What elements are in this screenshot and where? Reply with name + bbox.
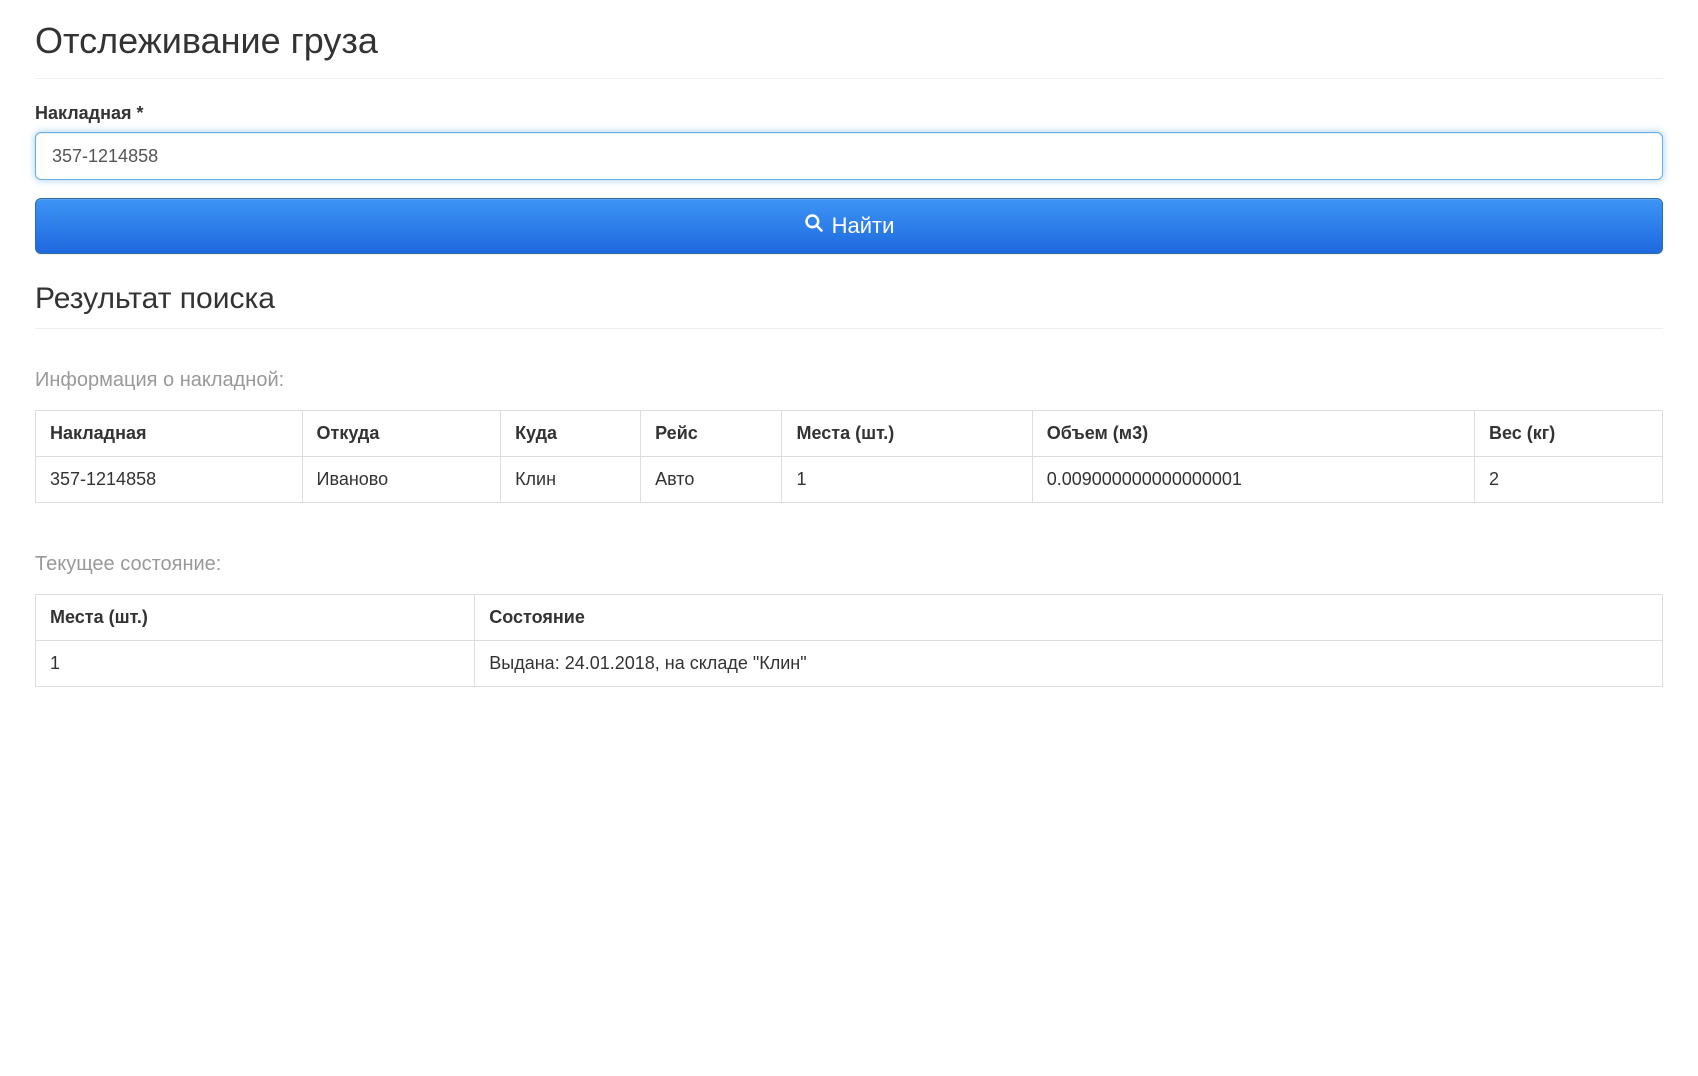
table-row: 357-1214858 Иваново Клин Авто 1 0.009000…: [36, 457, 1663, 503]
info-section-title: Информация о накладной:: [35, 369, 1663, 392]
cell-places: 1: [782, 457, 1032, 503]
cell-weight: 2: [1475, 457, 1663, 503]
search-button[interactable]: Найти: [35, 198, 1663, 254]
waybill-label: Накладная *: [35, 103, 1663, 124]
col-header-trip: Рейс: [641, 411, 782, 457]
col-header-status: Состояние: [475, 595, 1663, 641]
cell-volume: 0.009000000000000001: [1032, 457, 1474, 503]
col-header-to: Куда: [501, 411, 641, 457]
col-header-places: Места (шт.): [36, 595, 475, 641]
col-header-volume: Объем (м3): [1032, 411, 1474, 457]
status-table: Места (шт.) Состояние 1 Выдана: 24.01.20…: [35, 594, 1663, 687]
table-header-row: Места (шт.) Состояние: [36, 595, 1663, 641]
search-button-label: Найти: [832, 213, 895, 239]
waybill-form-group: Накладная *: [35, 103, 1663, 180]
col-header-from: Откуда: [302, 411, 501, 457]
table-row: 1 Выдана: 24.01.2018, на складе "Клин": [36, 641, 1663, 687]
col-header-waybill: Накладная: [36, 411, 303, 457]
table-header-row: Накладная Откуда Куда Рейс Места (шт.) О…: [36, 411, 1663, 457]
cell-waybill: 357-1214858: [36, 457, 303, 503]
waybill-input[interactable]: [35, 132, 1663, 180]
page-title: Отслеживание груза: [35, 20, 1663, 79]
cell-status: Выдана: 24.01.2018, на складе "Клин": [475, 641, 1663, 687]
cell-places: 1: [36, 641, 475, 687]
col-header-weight: Вес (кг): [1475, 411, 1663, 457]
info-table: Накладная Откуда Куда Рейс Места (шт.) О…: [35, 410, 1663, 503]
cell-trip: Авто: [641, 457, 782, 503]
results-title: Результат поиска: [35, 282, 1663, 329]
search-icon: [804, 213, 832, 239]
status-section-title: Текущее состояние:: [35, 553, 1663, 576]
cell-from: Иваново: [302, 457, 501, 503]
cell-to: Клин: [501, 457, 641, 503]
col-header-places: Места (шт.): [782, 411, 1032, 457]
